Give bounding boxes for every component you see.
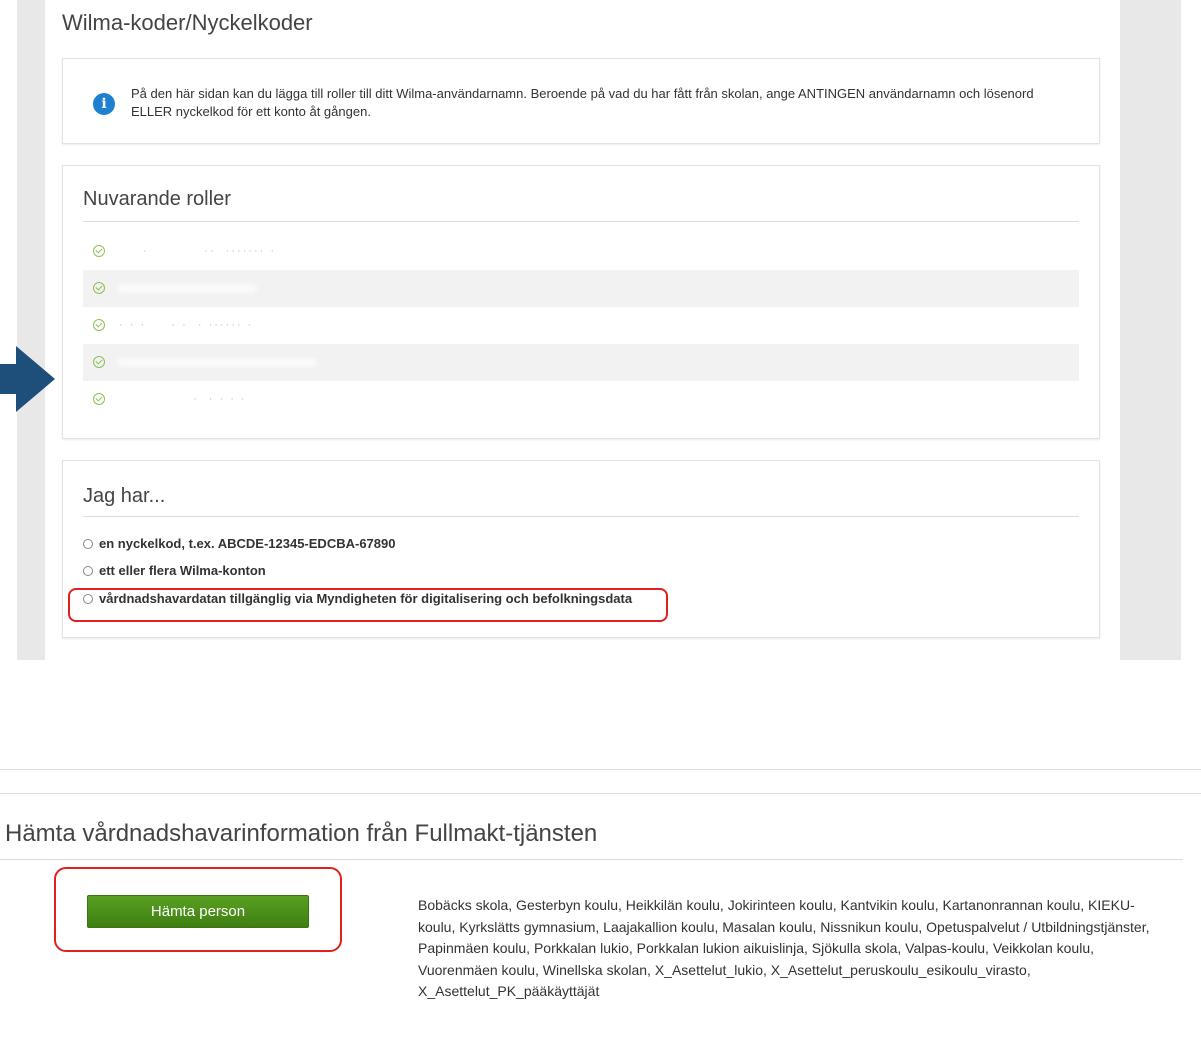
role-item[interactable]: · ·· ······· · — [83, 233, 1079, 270]
fullmakt-divider — [0, 859, 1183, 860]
role-item[interactable]: · · · · · · ······ · — [83, 307, 1079, 344]
section-divider — [0, 769, 1201, 770]
check-circle-icon — [93, 356, 105, 368]
radio-nyckelkod[interactable]: en nyckelkod, t.ex. ABCDE-12345-EDCBA-67… — [83, 536, 395, 551]
left-gutter — [17, 0, 45, 660]
page-title: Wilma-koder/Nyckelkoder — [62, 10, 313, 35]
schools-list: Bobäcks skola, Gesterbyn koulu, Heikkilä… — [418, 897, 1150, 999]
highlight-button-box — [54, 867, 342, 952]
redacted-role: · · · · · · ······ · — [119, 319, 254, 331]
jag-har-divider — [83, 516, 1079, 517]
highlight-radio-box — [68, 588, 668, 622]
roles-divider — [83, 221, 1079, 222]
roles-heading: Nuvarande roller — [83, 188, 231, 210]
radio-button[interactable] — [83, 538, 93, 549]
info-icon: i — [93, 93, 115, 115]
section-divider — [0, 793, 1201, 794]
radio-label: en nyckelkod, t.ex. ABCDE-12345-EDCBA-67… — [99, 536, 396, 551]
roles-list: · ·· ······· · · · · · · · ······ · · · … — [83, 233, 1079, 418]
check-circle-icon — [93, 245, 105, 257]
radio-wilma-konton[interactable]: ett eller flera Wilma-konton — [83, 563, 266, 578]
arrow-right-icon — [0, 346, 55, 412]
jag-har-heading: Jag har... — [83, 485, 166, 507]
check-circle-icon — [93, 319, 105, 331]
right-gutter — [1120, 0, 1181, 660]
role-item[interactable] — [83, 344, 1079, 381]
info-card: i På den här sidan kan du lägga till rol… — [62, 58, 1100, 144]
fullmakt-title: Hämta vårdnadshavarinformation från Full… — [5, 820, 598, 847]
check-circle-icon — [93, 282, 105, 294]
info-text: På den här sidan kan du lägga till rolle… — [131, 86, 1034, 119]
redacted-role — [117, 358, 317, 367]
check-circle-icon — [93, 393, 105, 405]
redacted-role: · · · · · — [193, 393, 247, 405]
role-item[interactable] — [83, 270, 1079, 307]
radio-label: ett eller flera Wilma-konton — [99, 563, 266, 578]
redacted-role — [117, 284, 257, 293]
current-roles-card: Nuvarande roller · ·· ······· · · · · · … — [62, 165, 1100, 439]
radio-button[interactable] — [83, 565, 93, 576]
redacted-role: · ·· ······· · — [143, 245, 277, 257]
role-item[interactable]: · · · · · — [83, 381, 1079, 418]
